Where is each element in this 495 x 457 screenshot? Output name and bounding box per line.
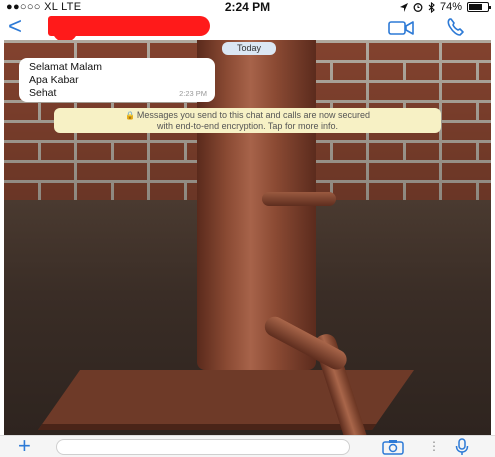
message-input[interactable] [56, 439, 350, 455]
more-dots-icon[interactable]: ⋮ [428, 439, 440, 453]
status-right: 74% [399, 1, 491, 13]
video-call-icon[interactable] [388, 20, 414, 36]
phone-call-icon[interactable] [446, 17, 466, 37]
status-bar: ●●○○○ XL LTE 2:24 PM 74% [0, 0, 495, 14]
message-input-bar: + ⋮ [0, 435, 495, 457]
battery-icon [467, 2, 491, 12]
alarm-icon [413, 3, 423, 12]
message-line: Apa Kabar [29, 74, 79, 86]
location-icon [399, 2, 408, 12]
chevron-left-icon[interactable]: < [8, 15, 22, 39]
camera-icon[interactable] [382, 439, 404, 455]
encryption-notice-line2: with end-to-end encryption. Tap for more… [157, 121, 338, 131]
chat-screen: ●●○○○ XL LTE 2:24 PM 74% < Today Selamat… [0, 0, 495, 457]
lock-icon: 🔒 [124, 111, 135, 120]
date-separator: Today [222, 42, 276, 55]
battery-percent: 74% [439, 1, 462, 13]
wooden-dummy-arm [262, 192, 336, 206]
incoming-message-bubble[interactable]: Selamat Malam Apa Kabar Sehat 2:23 PM [19, 58, 215, 102]
encryption-notice-line1: Messages you send to this chat and calls… [136, 110, 371, 120]
message-timestamp: 2:23 PM [179, 89, 207, 98]
chat-header: < [0, 14, 495, 42]
message-line: Selamat Malam [29, 61, 102, 73]
bluetooth-icon [428, 1, 435, 13]
encryption-notice[interactable]: 🔒 Messages you send to this chat and call… [54, 108, 441, 133]
chat-area[interactable]: Today Selamat Malam Apa Kabar Sehat 2:23… [4, 40, 491, 435]
microphone-icon[interactable] [455, 438, 469, 456]
contact-name-redacted[interactable] [48, 16, 210, 42]
plus-icon[interactable]: + [18, 435, 31, 457]
